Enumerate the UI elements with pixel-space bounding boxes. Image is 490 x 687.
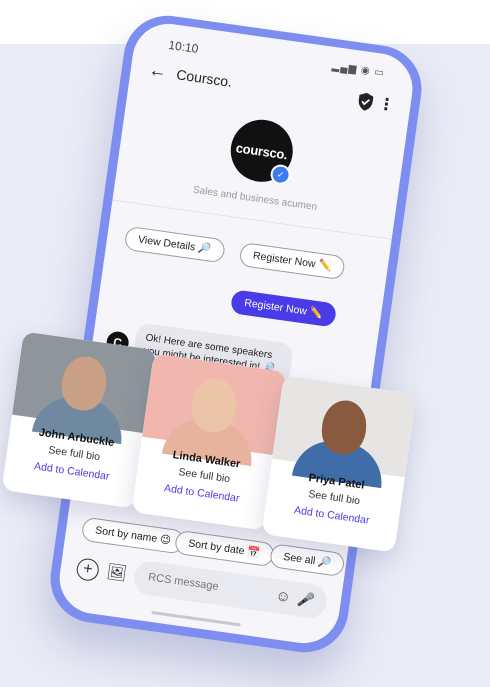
speaker-photo (272, 375, 417, 489)
gallery-icon[interactable]: 🖼 (105, 561, 128, 584)
app-title: Coursco. (175, 66, 234, 90)
verified-badge-icon: ✓ (269, 163, 292, 186)
speaker-photo (142, 353, 287, 467)
status-icons: ▂▄▆ ◉ ▭ (331, 60, 386, 80)
back-arrow-icon[interactable]: ← (147, 59, 169, 82)
sent-message-bubble: Register Now ✏️ (229, 289, 338, 328)
status-time: 10:10 (167, 37, 200, 56)
microphone-icon[interactable]: 🎤 (296, 590, 315, 609)
sort-by-name-chip[interactable]: Sort by name 😉 (80, 516, 186, 555)
speaker-photo (12, 331, 157, 445)
speaker-card[interactable]: John Arbuckle See full bio Add to Calend… (1, 331, 157, 509)
speaker-card[interactable]: Priya Patel See full bio Add to Calendar (261, 375, 417, 553)
emoji-icon[interactable]: ☺ (274, 587, 292, 606)
sort-by-date-chip[interactable]: Sort by date 📅 (173, 529, 275, 568)
see-all-chip[interactable]: See all 🔎 (268, 543, 346, 578)
shield-check-icon[interactable] (355, 91, 376, 113)
message-placeholder: RCS message (147, 571, 220, 593)
home-indicator (151, 610, 241, 627)
plus-icon[interactable]: + (75, 557, 101, 583)
view-details-chip[interactable]: View Details 🔎 (123, 225, 226, 264)
register-now-chip[interactable]: Register Now ✏️ (238, 241, 346, 281)
more-vert-icon[interactable]: ⋮ (377, 94, 396, 116)
speaker-card[interactable]: Linda Walker See full bio Add to Calenda… (131, 353, 287, 531)
